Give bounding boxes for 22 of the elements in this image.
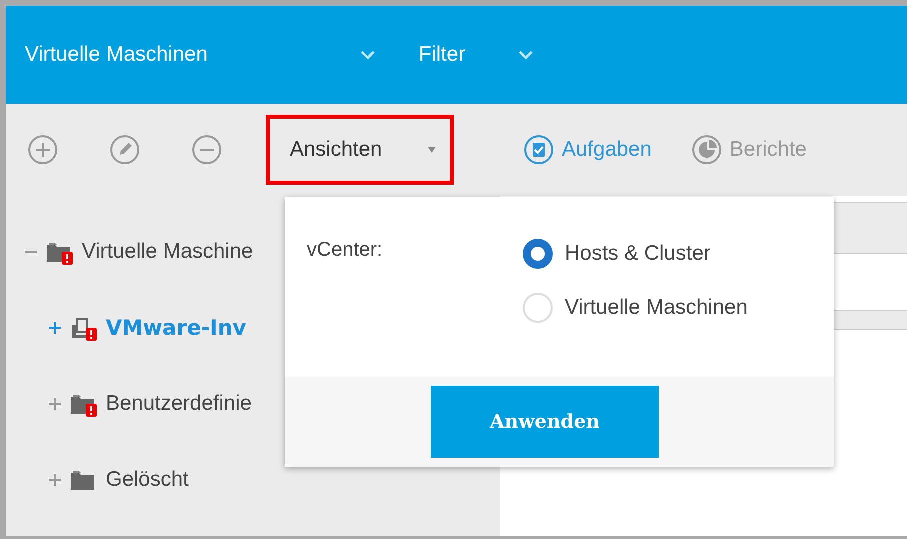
tree-item[interactable]: Gelöscht	[106, 468, 189, 492]
expand-icon[interactable]	[48, 397, 62, 411]
radio-button[interactable]	[523, 239, 553, 269]
tree-item[interactable]: Benutzerdefinie	[106, 392, 252, 416]
pencil-icon	[110, 135, 140, 165]
radio-option[interactable]: Hosts & Cluster	[523, 239, 748, 269]
caret-icon	[428, 147, 436, 153]
chevron-down-icon[interactable]	[360, 50, 376, 60]
remove-button[interactable]	[192, 135, 222, 165]
tasks-icon	[524, 135, 554, 165]
tree-item[interactable]: Virtuelle Maschine	[82, 240, 254, 264]
vcenter-label: vCenter:	[307, 239, 384, 263]
edit-button[interactable]	[110, 135, 140, 165]
expand-icon[interactable]	[48, 321, 62, 335]
views-dropdown[interactable]: Ansichten	[266, 115, 454, 185]
chevron-down-icon[interactable]	[518, 50, 534, 60]
pie-chart-icon	[692, 135, 722, 165]
expand-icon[interactable]	[48, 473, 62, 487]
radio-option[interactable]: Virtuelle Maschinen	[523, 293, 748, 323]
plus-icon	[28, 135, 58, 165]
add-button[interactable]	[28, 135, 58, 165]
minus-icon	[192, 135, 222, 165]
